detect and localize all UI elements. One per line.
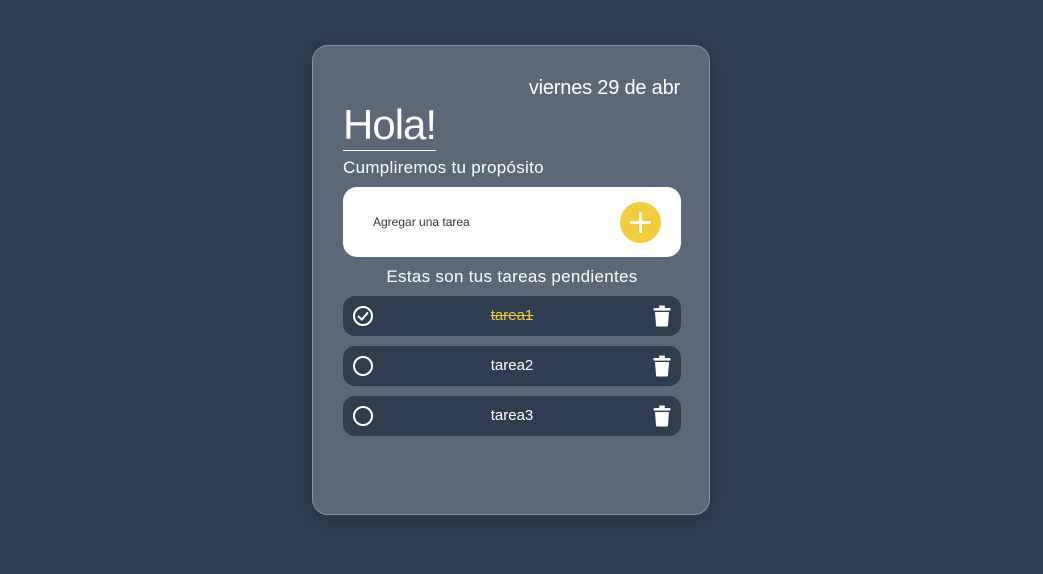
tasks-section-title: Estas son tus tareas pendientes	[386, 267, 638, 286]
task-item: tarea2	[343, 346, 681, 386]
task-label: tarea2	[490, 357, 534, 374]
check-circle-icon[interactable]	[352, 305, 374, 327]
trash-icon[interactable]	[653, 405, 671, 427]
task-label: tarea1	[490, 307, 534, 324]
task-item: tarea3	[343, 396, 681, 436]
add-task-box	[343, 187, 681, 257]
add-task-input[interactable]	[363, 207, 623, 237]
current-date: viernes 29 de abr	[528, 77, 680, 99]
task-label: tarea3	[490, 407, 534, 424]
plus-icon	[630, 212, 651, 233]
subtitle: Cumpliremos tu propósito	[343, 158, 544, 177]
circle-icon[interactable]	[352, 405, 374, 427]
greeting-title: Hola!	[343, 102, 437, 151]
todo-card: viernes 29 de abr Hola! Cumpliremos tu p…	[312, 45, 710, 515]
trash-icon[interactable]	[653, 355, 671, 377]
task-item: tarea1	[343, 296, 681, 336]
trash-icon[interactable]	[653, 305, 671, 327]
add-task-button[interactable]	[620, 202, 661, 243]
circle-icon[interactable]	[352, 355, 374, 377]
